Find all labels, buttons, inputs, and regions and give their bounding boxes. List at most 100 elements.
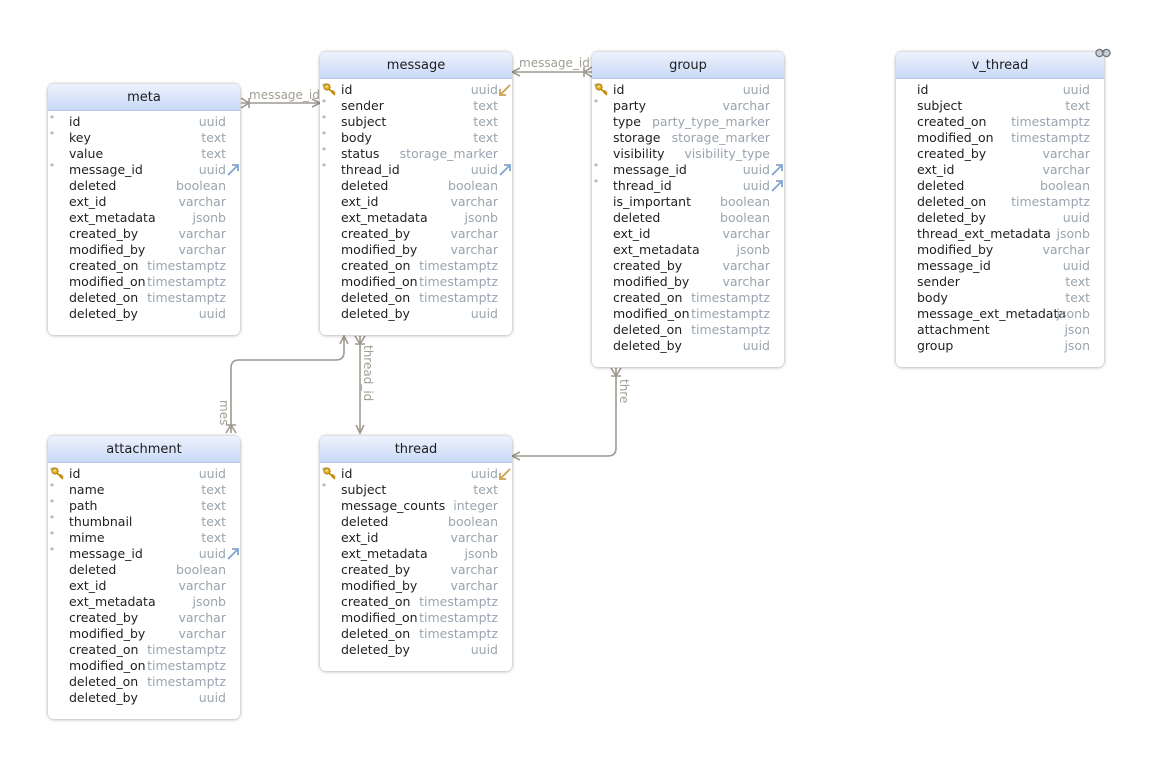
column-row[interactable]: *iduuid <box>48 114 240 130</box>
column-row[interactable]: ext_id varchar <box>592 226 784 242</box>
column-row[interactable]: created_by varchar <box>320 562 512 578</box>
view-v-thread[interactable]: v_thread id uuid subject text created_on time… <box>896 52 1104 367</box>
table-title[interactable]: group <box>592 52 784 79</box>
column-row[interactable]: created_by varchar <box>592 258 784 274</box>
table-thread[interactable]: thread *iduuid*subjecttextmessage_counts… <box>320 436 512 671</box>
column-row[interactable]: * subject text <box>320 482 512 498</box>
column-row[interactable]: * sender text <box>320 98 512 114</box>
column-row[interactable]: modified_by varchar <box>320 578 512 594</box>
column-row[interactable]: message_counts integer <box>320 498 512 514</box>
column-row[interactable]: deleted_on timestamptz <box>320 290 512 306</box>
column-row[interactable]: ext_id varchar <box>320 194 512 210</box>
column-row[interactable]: deleted boolean <box>592 210 784 226</box>
column-row[interactable]: * message_id uuid <box>592 162 784 178</box>
column-row[interactable]: deleted boolean <box>48 178 240 194</box>
column-row[interactable]: ext_id varchar <box>48 578 240 594</box>
column-row[interactable]: created_on timestamptz <box>48 642 240 658</box>
column-row[interactable]: body text <box>896 290 1104 306</box>
column-row[interactable]: created_by varchar <box>896 146 1104 162</box>
column-row[interactable]: modified_by varchar <box>48 626 240 642</box>
table-title[interactable]: message <box>320 52 512 79</box>
column-row[interactable]: *iduuid <box>48 466 240 482</box>
column-row[interactable]: * key text <box>48 130 240 146</box>
column-row[interactable]: deleted_by uuid <box>320 306 512 322</box>
column-row[interactable]: modified_on timestamptz <box>48 274 240 290</box>
table-title[interactable]: v_thread <box>896 52 1104 79</box>
column-row[interactable]: modified_by varchar <box>592 274 784 290</box>
foreign-key-arrow-icon[interactable] <box>770 162 784 178</box>
column-row[interactable]: ext_metadata jsonb <box>48 210 240 226</box>
column-row[interactable]: ext_id varchar <box>896 162 1104 178</box>
column-row[interactable]: group json <box>896 338 1104 354</box>
column-row[interactable]: created_on timestamptz <box>896 114 1104 130</box>
relation-group-message[interactable]: message_id <box>510 56 593 78</box>
column-row[interactable]: created_on timestamptz <box>592 290 784 306</box>
column-row[interactable]: created_on timestamptz <box>320 258 512 274</box>
column-row[interactable]: created_by varchar <box>48 610 240 626</box>
column-row[interactable]: deleted_on timestamptz <box>48 290 240 306</box>
column-row[interactable]: storage storage_marker <box>592 130 784 146</box>
column-row[interactable]: deleted_by uuid <box>48 690 240 706</box>
column-row[interactable]: * message_id uuid <box>48 546 240 562</box>
column-row[interactable]: message_ext_metadata jsonb <box>896 306 1104 322</box>
referenced-key-arrow-icon[interactable] <box>498 466 512 482</box>
column-row[interactable]: ext_metadata jsonb <box>320 546 512 562</box>
column-row[interactable]: deleted boolean <box>320 178 512 194</box>
relation-group-thread[interactable]: thre <box>510 367 631 461</box>
column-row[interactable]: deleted_on timestamptz <box>320 626 512 642</box>
column-row[interactable]: * status storage_marker <box>320 146 512 162</box>
column-row[interactable]: visibility visibility_type <box>592 146 784 162</box>
table-message[interactable]: message * id uuid * sender text * subject text * b… <box>320 52 512 335</box>
column-row[interactable]: *iduuid <box>320 466 512 482</box>
column-row[interactable]: * path text <box>48 498 240 514</box>
column-row[interactable]: deleted boolean <box>48 562 240 578</box>
column-row[interactable]: created_on timestamptz <box>320 594 512 610</box>
column-row[interactable]: message_id uuid <box>896 258 1104 274</box>
column-row[interactable]: is_important boolean <box>592 194 784 210</box>
column-row[interactable]: modified_by varchar <box>48 242 240 258</box>
column-row[interactable]: modified_by varchar <box>320 242 512 258</box>
column-row[interactable]: modified_on timestamptz <box>592 306 784 322</box>
column-row[interactable]: deleted_on timestamptz <box>592 322 784 338</box>
column-row[interactable]: deleted_by uuid <box>896 210 1104 226</box>
column-row[interactable]: ext_id varchar <box>320 530 512 546</box>
column-row[interactable]: * thumbnail text <box>48 514 240 530</box>
foreign-key-arrow-icon[interactable] <box>770 178 784 194</box>
column-row[interactable]: thread_ext_metadata jsonb <box>896 226 1104 242</box>
table-attachment[interactable]: attachment * id uuid * name text * path text * thu… <box>48 436 240 719</box>
column-row[interactable]: deleted_on timestamptz <box>896 194 1104 210</box>
column-row[interactable]: modified_on timestamptz <box>896 130 1104 146</box>
referenced-key-arrow-icon[interactable] <box>498 82 512 98</box>
column-row[interactable]: deleted_on timestamptz <box>48 674 240 690</box>
relation-attachment-message[interactable]: mes <box>217 334 349 434</box>
table-title[interactable]: attachment <box>48 436 240 463</box>
column-row[interactable]: ext_metadata jsonb <box>320 210 512 226</box>
column-row[interactable]: deleted_by uuid <box>592 338 784 354</box>
column-row[interactable]: created_by varchar <box>48 226 240 242</box>
column-row[interactable]: deleted_by uuid <box>48 306 240 322</box>
column-row[interactable]: * subject text <box>320 114 512 130</box>
column-row[interactable]: sender text <box>896 274 1104 290</box>
column-row[interactable]: attachment json <box>896 322 1104 338</box>
table-title[interactable]: thread <box>320 436 512 463</box>
column-row[interactable]: * message_id uuid <box>48 162 240 178</box>
column-row[interactable]: created_on timestamptz <box>48 258 240 274</box>
table-meta[interactable]: meta * id uuid * key text value text * message_id… <box>48 84 240 335</box>
column-row[interactable]: *iduuid <box>320 82 512 98</box>
relation-meta-message[interactable]: message_id <box>240 88 322 109</box>
column-row[interactable]: deleted boolean <box>896 178 1104 194</box>
column-row[interactable]: * thread_id uuid <box>320 162 512 178</box>
column-row[interactable]: modified_by varchar <box>896 242 1104 258</box>
column-row[interactable]: ext_id varchar <box>48 194 240 210</box>
column-row[interactable]: ext_metadata jsonb <box>48 594 240 610</box>
column-row[interactable]: modified_on timestamptz <box>48 658 240 674</box>
column-row[interactable]: * thread_id uuid <box>592 178 784 194</box>
column-row[interactable]: subject text <box>896 98 1104 114</box>
column-row[interactable]: modified_on timestamptz <box>320 610 512 626</box>
column-row[interactable]: *iduuid <box>592 82 784 98</box>
column-row[interactable]: created_by varchar <box>320 226 512 242</box>
relation-message-thread[interactable]: thread_id <box>354 335 375 435</box>
column-row[interactable]: deleted_by uuid <box>320 642 512 658</box>
column-row[interactable]: modified_on timestamptz <box>320 274 512 290</box>
column-row[interactable]: id uuid <box>896 82 1104 98</box>
